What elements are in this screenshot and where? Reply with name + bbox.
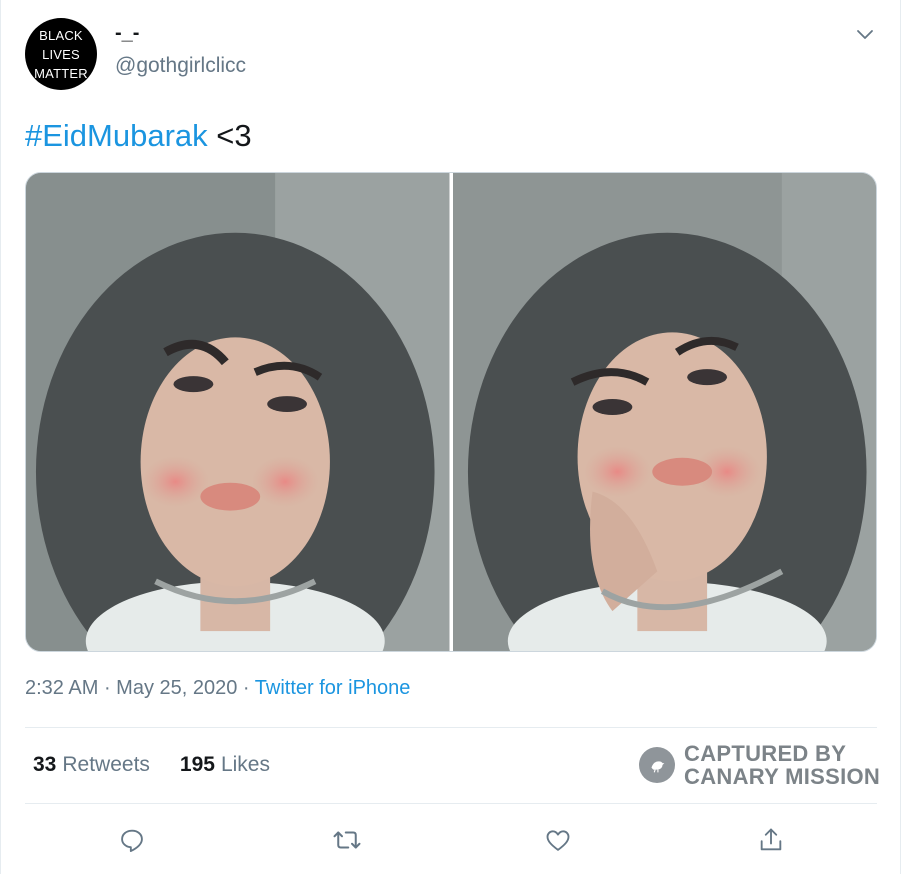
photo-2[interactable] xyxy=(452,173,876,651)
hashtag-link[interactable]: #EidMubarak xyxy=(25,118,208,153)
avatar-text-line-3: MATTER xyxy=(34,65,88,81)
reply-icon[interactable] xyxy=(112,820,152,860)
user-handle[interactable]: @gothgirlclicc xyxy=(115,54,246,78)
tweet-source-link[interactable]: Twitter for iPhone xyxy=(255,677,411,699)
tweet-actions xyxy=(1,820,901,860)
retweets-label: Retweets xyxy=(62,753,150,776)
likes-count: 195 xyxy=(179,753,215,776)
retweets-count: 33 xyxy=(33,753,57,776)
tweet-text: #EidMubarak <3 xyxy=(25,116,252,156)
divider xyxy=(25,803,877,804)
media-grid xyxy=(25,172,877,652)
chevron-down-icon[interactable] xyxy=(853,22,877,46)
share-icon[interactable] xyxy=(751,820,791,860)
likes-stat[interactable]: 195 Likes xyxy=(180,753,270,777)
likes-label: Likes xyxy=(220,753,270,776)
watermark-line-2: CANARY MISSION xyxy=(684,764,881,789)
canary-mission-watermark: CAPTURED BY CANARY MISSION xyxy=(639,742,880,788)
tweet-time[interactable]: 2:32 AM xyxy=(25,677,98,699)
watermark-text: CAPTURED BY CANARY MISSION xyxy=(684,742,880,788)
retweet-icon[interactable] xyxy=(327,820,367,860)
tweet-meta: 2:32 AM · May 25, 2020 · Twitter for iPh… xyxy=(25,677,410,700)
avatar[interactable]: BLACK LIVES MATTER xyxy=(25,18,97,90)
divider xyxy=(25,727,877,728)
photo-1[interactable] xyxy=(26,173,450,651)
meta-separator: · xyxy=(98,677,117,699)
tweet-stats: 33 Retweets 195 Likes xyxy=(33,753,270,777)
retweets-stat[interactable]: 33 Retweets xyxy=(33,753,150,777)
like-icon[interactable] xyxy=(538,820,578,860)
canary-bird-icon xyxy=(639,747,675,783)
avatar-text-line-2: LIVES xyxy=(42,46,80,62)
meta-separator: · xyxy=(237,677,255,699)
watermark-line-1: CAPTURED BY xyxy=(684,741,847,766)
tweet-card: BLACK LIVES MATTER -_- @gothgirlclicc #E… xyxy=(0,0,901,874)
tweet-date[interactable]: May 25, 2020 xyxy=(116,677,237,699)
avatar-text-line-1: BLACK xyxy=(39,27,83,43)
display-name[interactable]: -_- xyxy=(115,22,139,45)
tweet-text-rest: <3 xyxy=(207,118,252,153)
